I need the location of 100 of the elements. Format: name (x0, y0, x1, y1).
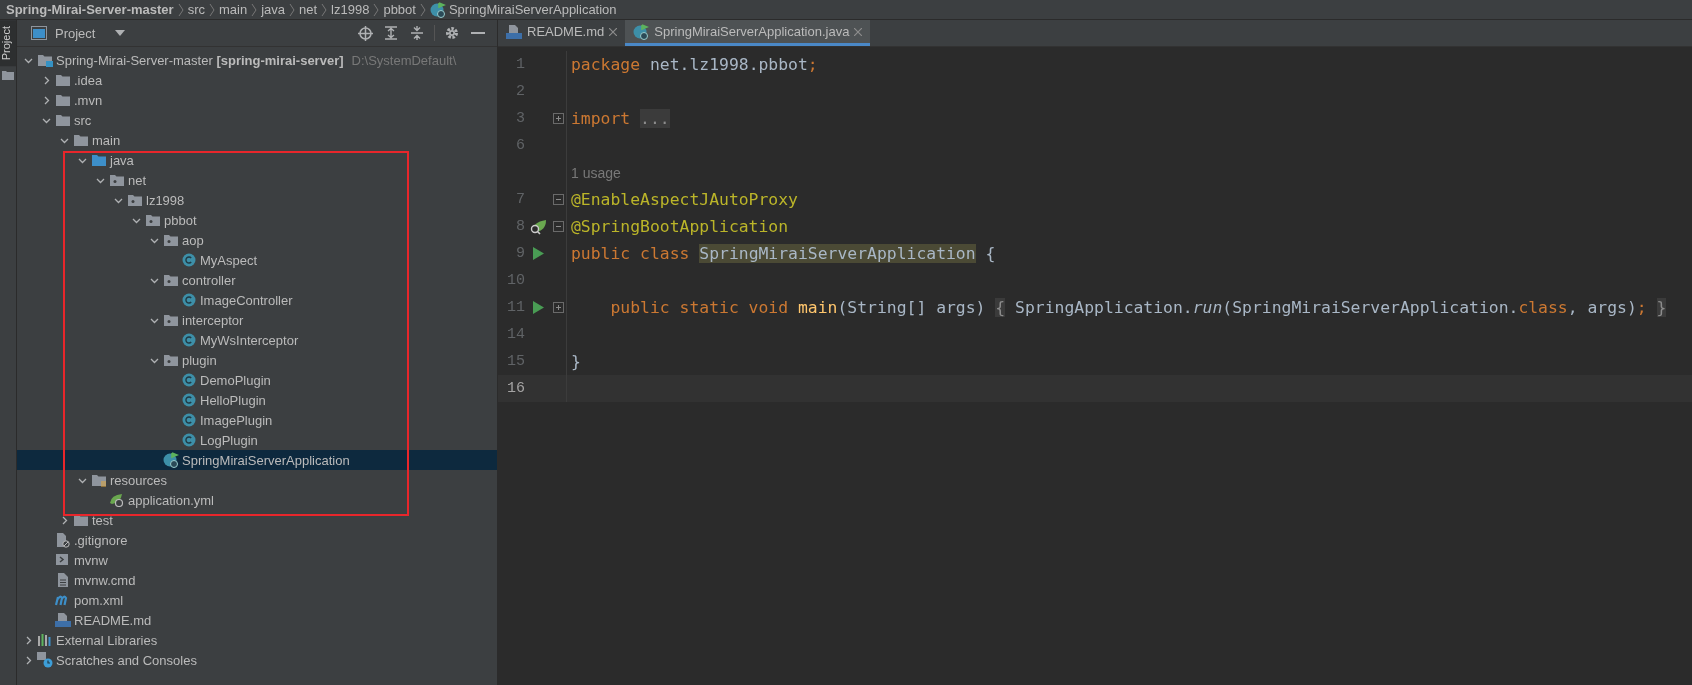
code-line: public class SpringMiraiServerApplication { (570, 244, 996, 263)
minimize-icon (471, 31, 485, 35)
folder-icon (91, 473, 107, 487)
chevron-icon (251, 2, 258, 17)
path-text: D:\SystemDefault\ (351, 52, 457, 68)
fold-icon[interactable] (553, 113, 564, 124)
bean-search-icon[interactable] (529, 218, 547, 235)
caret-icon (115, 30, 126, 36)
leaf-gear-icon (109, 493, 125, 507)
tree-item[interactable]: pom.xml (17, 590, 497, 610)
line-number: 9 (515, 245, 525, 262)
folder-icon (55, 113, 71, 127)
breadcrumb-item[interactable]: main (218, 2, 248, 17)
crosshair-icon (357, 25, 373, 41)
usage-hint[interactable]: 1 usage (567, 164, 621, 181)
folder-icon (55, 73, 71, 87)
file-icon (57, 572, 69, 588)
chevron-icon (321, 2, 328, 17)
run-icon[interactable] (532, 301, 544, 314)
package-icon (163, 233, 179, 247)
tree-item[interactable]: MyAspect (17, 250, 497, 270)
tree-item[interactable]: mvnw.cmd (17, 570, 497, 590)
tree-item[interactable]: application.yml (17, 490, 497, 510)
chevron-icon (419, 2, 426, 17)
editor-tab[interactable]: SpringMiraiServerApplication.java (625, 20, 871, 46)
tree-item[interactable]: pbbot (17, 210, 497, 230)
view-selector[interactable]: Project (27, 25, 130, 41)
tree-item[interactable]: .idea (17, 70, 497, 90)
line-number: 14 (506, 326, 525, 343)
markdown-icon (55, 612, 71, 628)
line-number: 11 (506, 299, 525, 316)
tree-item[interactable]: Spring-Mirai-Server-master [spring-mirai-server] D:\SystemDefault\ (17, 50, 497, 70)
tree-item[interactable]: test (17, 510, 497, 530)
folder-icon (37, 53, 53, 67)
panel-icon (31, 26, 47, 40)
tree-item[interactable]: .mvn (17, 90, 497, 110)
chevron-icon (289, 2, 295, 17)
tree-item[interactable]: plugin (17, 350, 497, 370)
chevron-icon (177, 2, 184, 17)
class-icon (182, 433, 196, 447)
folder-icon (55, 93, 71, 107)
tree-item[interactable]: README.md (17, 610, 497, 630)
class-icon (182, 393, 196, 407)
tree-item[interactable]: External Libraries (17, 630, 497, 650)
folder-icon (73, 513, 89, 527)
breadcrumb-item[interactable]: Spring-Mirai-Server-master (6, 2, 174, 17)
run-icon[interactable] (532, 247, 544, 260)
tree-item[interactable]: MyWsInterceptor (17, 330, 497, 350)
package-icon (109, 173, 125, 187)
tree-item[interactable]: net (17, 170, 497, 190)
expand-icon (384, 26, 398, 40)
tree-item[interactable]: DemoPlugin (17, 370, 497, 390)
tree-item[interactable]: main (17, 130, 497, 150)
tool-window-tab[interactable]: Project (0, 20, 16, 67)
breadcrumb-item[interactable]: SpringMiraiServerApplication (429, 1, 617, 18)
class-icon (633, 23, 650, 40)
class-icon (182, 293, 196, 307)
close-icon[interactable] (609, 27, 618, 36)
line-number: 3 (515, 110, 525, 127)
package-icon (163, 313, 179, 327)
folder-icon (73, 133, 89, 147)
tree-item[interactable]: LogPlugin (17, 430, 497, 450)
line-number: 10 (506, 272, 525, 289)
class-icon (182, 413, 196, 427)
package-icon (145, 213, 161, 227)
tree-item[interactable]: java (17, 150, 497, 170)
class-icon (429, 1, 446, 18)
tree-item[interactable]: controller (17, 270, 497, 290)
tree-item[interactable]: mvnw (17, 550, 497, 570)
breadcrumb-item[interactable]: java (261, 2, 285, 17)
tree-item[interactable]: ImagePlugin (17, 410, 497, 430)
tree-item[interactable]: interceptor (17, 310, 497, 330)
fold-icon[interactable] (553, 221, 564, 232)
tree-item[interactable]: src (17, 110, 497, 130)
editor-tab[interactable]: README.md (498, 20, 626, 46)
breadcrumb-item[interactable]: pbbot (383, 2, 416, 17)
tree-item[interactable]: lz1998 (17, 190, 497, 210)
line-number: 16 (506, 380, 525, 397)
line-number: 15 (506, 353, 525, 370)
tree-item[interactable]: Scratches and Consoles (17, 650, 497, 670)
tree-item[interactable]: resources (17, 470, 497, 490)
markdown-icon (506, 23, 522, 40)
tree-item[interactable]: HelloPlugin (17, 390, 497, 410)
package-icon (163, 353, 179, 367)
class-icon (182, 373, 196, 387)
line-number: 7 (515, 191, 525, 208)
breadcrumb-item[interactable]: src (187, 2, 205, 17)
settings-icon (445, 26, 459, 40)
fold-icon[interactable] (553, 194, 564, 205)
fold-icon[interactable] (553, 302, 564, 313)
tree-item[interactable]: aop (17, 230, 497, 250)
breadcrumb-item[interactable]: net (299, 2, 318, 17)
line-number: 1 (515, 56, 525, 73)
breadcrumb-item[interactable]: lz1998 (331, 2, 370, 17)
tree-item[interactable]: SpringMiraiServerApplication (17, 450, 497, 470)
chevron-icon (373, 2, 380, 17)
libraries-icon (37, 633, 53, 647)
tree-item[interactable]: .gitignore (17, 530, 497, 550)
folder-icon[interactable] (2, 70, 14, 81)
tree-item[interactable]: ImageController (17, 290, 497, 310)
